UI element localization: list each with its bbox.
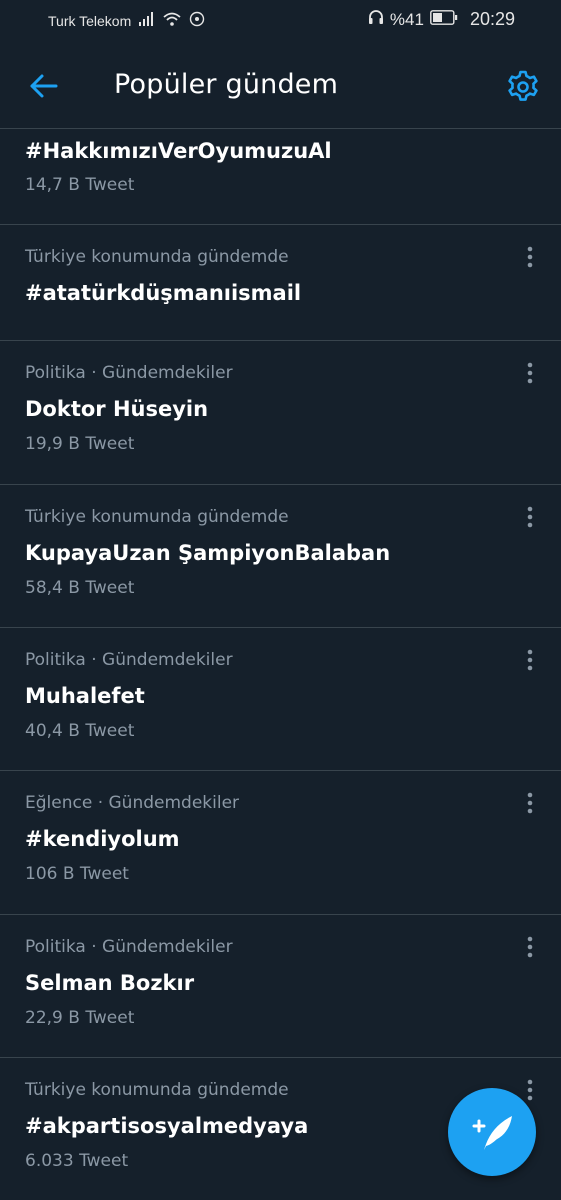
top-app-bar: Popüler gündem	[0, 48, 561, 128]
trends-list: #HakkımızıVerOyumuzuAl 14,7 B Tweet Türk…	[0, 129, 561, 1200]
battery-icon	[430, 9, 458, 30]
trend-tweet-count: 14,7 B Tweet	[25, 175, 135, 195]
trend-name: Doktor Hüseyin	[25, 397, 209, 421]
trend-tweet-count: 58,4 B Tweet	[25, 578, 135, 598]
trend-context: Politika · Gündemdekiler	[25, 650, 233, 670]
more-options-button[interactable]	[520, 648, 540, 674]
more-vertical-icon	[520, 935, 540, 961]
battery-percent: %41	[389, 9, 424, 29]
trend-context: Politika · Gündemdekiler	[25, 363, 233, 383]
arrow-left-icon	[26, 74, 62, 108]
trend-context: Politika · Gündemdekiler	[25, 937, 233, 957]
headphones-icon	[368, 9, 384, 30]
carrier-label: Turk Telekom	[48, 12, 132, 29]
trend-item[interactable]: Türkiye konumunda gündemde KupayaUzan Şa…	[0, 485, 561, 628]
status-bar: Turk Telekom %41 20:29	[0, 0, 561, 42]
gear-icon	[505, 70, 541, 109]
more-options-button[interactable]	[520, 361, 540, 387]
more-vertical-icon	[520, 361, 540, 387]
trend-context: Türkiye konumunda gündemde	[25, 247, 289, 267]
more-options-button[interactable]	[520, 935, 540, 961]
settings-button[interactable]	[505, 69, 541, 105]
more-vertical-icon	[520, 245, 540, 271]
sync-icon	[189, 11, 205, 30]
trend-name: #atatürkdüşmanıismail	[25, 281, 302, 305]
trend-tweet-count: 106 B Tweet	[25, 864, 129, 884]
compose-tweet-button[interactable]	[448, 1088, 536, 1176]
trend-item[interactable]: Politika · Gündemdekiler Muhalefet 40,4 …	[0, 628, 561, 771]
trend-context: Türkiye konumunda gündemde	[25, 1080, 289, 1100]
trend-tweet-count: 40,4 B Tweet	[25, 721, 135, 741]
page-title: Popüler gündem	[114, 69, 339, 100]
trend-item[interactable]: Türkiye konumunda gündemde #atatürkdüşma…	[0, 225, 561, 341]
more-options-button[interactable]	[520, 245, 540, 271]
trend-tweet-count: 22,9 B Tweet	[25, 1008, 135, 1028]
trend-context: Eğlence · Gündemdekiler	[25, 793, 240, 813]
trend-name: #kendiyolum	[25, 827, 180, 851]
more-vertical-icon	[520, 648, 540, 674]
more-options-button[interactable]	[520, 505, 540, 531]
trend-item[interactable]: Politika · Gündemdekiler Selman Bozkır 2…	[0, 915, 561, 1058]
more-vertical-icon	[520, 791, 540, 817]
status-bar-right: %41 20:29	[368, 9, 515, 30]
trend-name: Selman Bozkır	[25, 971, 195, 995]
trend-tweet-count: 6.033 Tweet	[25, 1151, 129, 1171]
signal-icon	[139, 12, 155, 29]
back-button[interactable]	[26, 68, 62, 104]
trend-item[interactable]: #HakkımızıVerOyumuzuAl 14,7 B Tweet	[0, 129, 561, 225]
trend-item[interactable]: Eğlence · Gündemdekiler #kendiyolum 106 …	[0, 771, 561, 915]
wifi-icon	[163, 12, 181, 29]
trend-name: #akpartisosyalmedyaya	[25, 1114, 309, 1138]
status-bar-left: Turk Telekom	[48, 11, 205, 30]
trend-tweet-count: 19,9 B Tweet	[25, 434, 135, 454]
trend-name: Muhalefet	[25, 684, 145, 708]
trend-name: #HakkımızıVerOyumuzuAl	[25, 139, 332, 163]
more-vertical-icon	[520, 505, 540, 531]
clock: 20:29	[469, 9, 515, 29]
trend-context: Türkiye konumunda gündemde	[25, 507, 289, 527]
more-options-button[interactable]	[520, 791, 540, 817]
trend-name: KupayaUzan ŞampiyonBalaban	[25, 541, 391, 565]
trend-item[interactable]: Politika · Gündemdekiler Doktor Hüseyin …	[0, 341, 561, 485]
